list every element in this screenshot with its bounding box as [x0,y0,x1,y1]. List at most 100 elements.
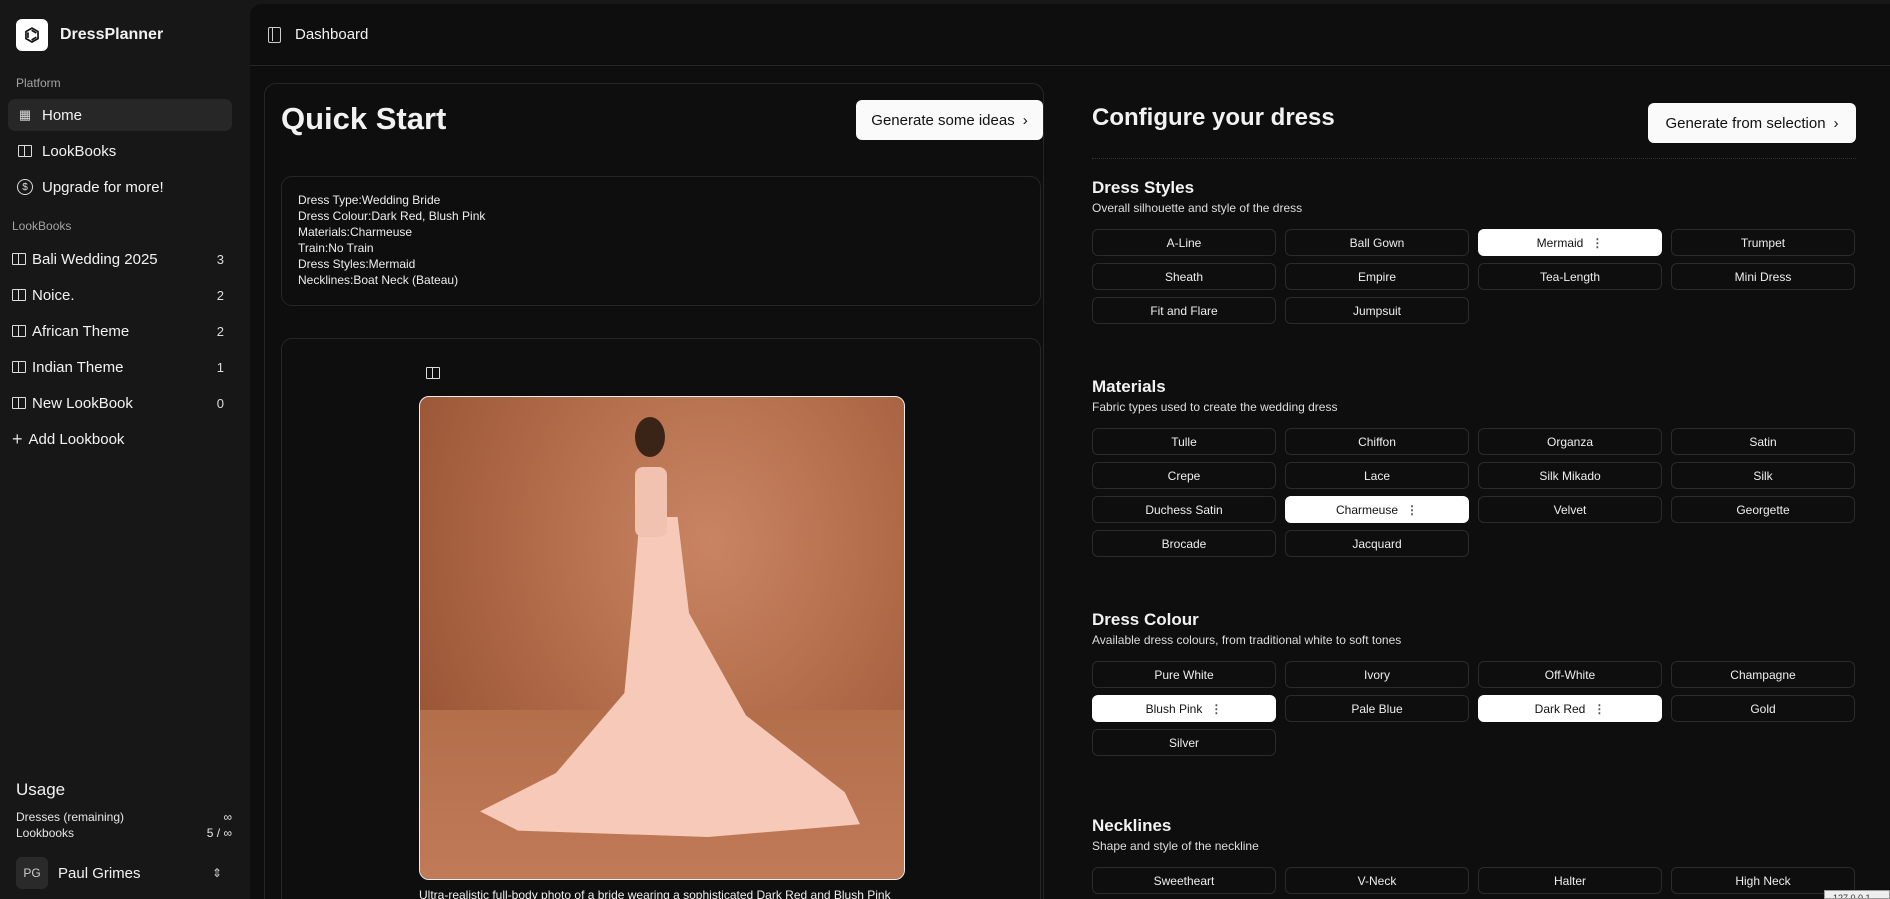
sidebar-toggle-icon[interactable] [268,26,281,43]
lookbook-count: 1 [216,359,224,375]
more-options-icon[interactable]: ⋮ [1591,236,1603,250]
chip-label: V-Neck [1357,873,1397,888]
option-chip[interactable]: Silk Mikado [1478,462,1662,489]
option-chip[interactable]: Tulle [1092,428,1276,455]
option-chip[interactable]: Blush Pink ⋮ [1092,695,1276,722]
chevron-up-down-icon: ⇕ [211,866,222,880]
option-chip[interactable]: Sheath [1092,263,1276,290]
lookbook-item[interactable]: Bali Wedding 2025 3 [12,244,232,274]
page-title: Quick Start [281,101,447,136]
chip-label: Brocade [1161,536,1207,551]
usage-row: Lookbooks 5 / ∞ [16,826,232,840]
chip-label: Halter [1553,873,1586,888]
option-chip[interactable]: Georgette [1671,496,1855,523]
option-chip[interactable]: Duchess Satin [1092,496,1276,523]
sidebar-item-upgrade[interactable]: $ Upgrade for more! [8,171,232,203]
add-lookbook-button[interactable]: + Add Lookbook [12,424,232,454]
generate-from-selection-button[interactable]: Generate from selection › [1648,103,1856,143]
option-chip[interactable]: Halter [1478,867,1662,894]
option-chip[interactable]: Velvet [1478,496,1662,523]
option-chip[interactable]: Fit and Flare [1092,297,1276,324]
chip-label: A-Line [1166,235,1202,250]
option-chip[interactable]: Jumpsuit [1285,297,1469,324]
selection-summary: Dress Type:Wedding Bride Dress Colour:Da… [281,176,1041,306]
section-description: Overall silhouette and style of the dres… [1092,201,1303,215]
more-options-icon[interactable]: ⋮ [1593,702,1605,716]
option-chip[interactable]: A-Line [1092,229,1276,256]
section-title: Dress Styles [1092,178,1195,197]
status-tooltip: 127.0.0.1 [1824,890,1890,899]
option-chip[interactable]: Satin [1671,428,1855,455]
sidebar-item-lookbooks[interactable]: LookBooks [8,135,232,167]
option-chip[interactable]: Ball Gown [1285,229,1469,256]
dress-photo[interactable] [419,396,905,880]
option-chip[interactable]: Brocade [1092,530,1276,557]
lookbook-item[interactable]: Indian Theme 1 [12,352,232,382]
summary-line: Dress Styles:Mermaid [298,257,416,271]
option-chip[interactable]: Silk [1671,462,1855,489]
option-chip[interactable]: V-Neck [1285,867,1469,894]
option-chip[interactable]: Sweetheart [1092,867,1276,894]
option-chip[interactable]: Dark Red ⋮ [1478,695,1662,722]
lookbook-count: 2 [216,287,224,303]
option-chip[interactable]: Pure White [1092,661,1276,688]
chip-label: Trumpet [1740,235,1786,250]
section-title: Materials [1092,377,1166,396]
usage-label: Lookbooks [16,826,75,840]
chip-label: Organza [1546,434,1594,449]
option-chip[interactable]: Champagne [1671,661,1855,688]
lookbook-item[interactable]: New LookBook 0 [12,388,232,418]
chip-label: Jacquard [1352,536,1402,551]
section-description: Fabric types used to create the wedding … [1092,400,1338,414]
more-options-icon[interactable]: ⋮ [1406,503,1418,517]
option-chip[interactable]: Organza [1478,428,1662,455]
book-icon [12,289,26,301]
lookbook-count: 0 [216,395,224,411]
option-chip[interactable]: Mermaid ⋮ [1478,229,1662,256]
chip-label: Ivory [1363,667,1390,682]
app-logo-icon: ⌬ [16,19,48,51]
lookbook-item[interactable]: Noice. 2 [12,280,232,310]
configure-title: Configure your dress [1092,104,1335,131]
option-chip[interactable]: Ivory [1285,661,1469,688]
book-icon [12,397,26,409]
chip-label: Blush Pink [1145,701,1203,716]
summary-line: Dress Colour:Dark Red, Blush Pink [298,209,486,223]
option-chip[interactable]: Crepe [1092,462,1276,489]
book-icon [12,253,26,265]
option-chip[interactable]: Trumpet [1671,229,1855,256]
chip-label: Duchess Satin [1145,502,1223,517]
lookbook-label: Indian Theme [32,358,124,376]
option-chip[interactable]: Tea-Length [1478,263,1662,290]
option-chip[interactable]: Gold [1671,695,1855,722]
add-to-lookbook-icon[interactable] [426,367,440,379]
chip-label: Georgette [1736,502,1790,517]
nav-label: Upgrade for more! [42,178,164,196]
generate-ideas-button[interactable]: Generate some ideas › [856,100,1043,140]
option-chip[interactable]: Pale Blue [1285,695,1469,722]
chip-label: Champagne [1730,667,1796,682]
chevron-right-icon: › [1022,111,1028,129]
chip-label: Dark Red [1534,701,1586,716]
option-chip[interactable]: Chiffon [1285,428,1469,455]
chip-label: Silk [1753,468,1773,483]
lookbook-item[interactable]: African Theme 2 [12,316,232,346]
option-chip[interactable]: Charmeuse ⋮ [1285,496,1469,523]
more-options-icon[interactable]: ⋮ [1210,702,1222,716]
option-chip[interactable]: Mini Dress [1671,263,1855,290]
option-chip[interactable]: Jacquard [1285,530,1469,557]
option-chip[interactable]: Off-White [1478,661,1662,688]
option-chip[interactable]: Silver [1092,729,1276,756]
chip-label: Mermaid [1536,235,1584,250]
usage-label: Dresses (remaining) [16,810,125,824]
option-chip[interactable]: Lace [1285,462,1469,489]
chip-label: Pure White [1154,667,1214,682]
chip-label: Sheath [1164,269,1204,284]
option-chip[interactable]: Empire [1285,263,1469,290]
chip-label: Silk Mikado [1539,468,1601,483]
sidebar-item-home[interactable]: ▦ Home [8,99,232,131]
book-icon [12,361,26,373]
user-menu[interactable]: PG Paul Grimes ⇕ [16,857,232,889]
chip-label: Chiffon [1358,434,1396,449]
brand[interactable]: ⌬ DressPlanner [16,19,163,51]
